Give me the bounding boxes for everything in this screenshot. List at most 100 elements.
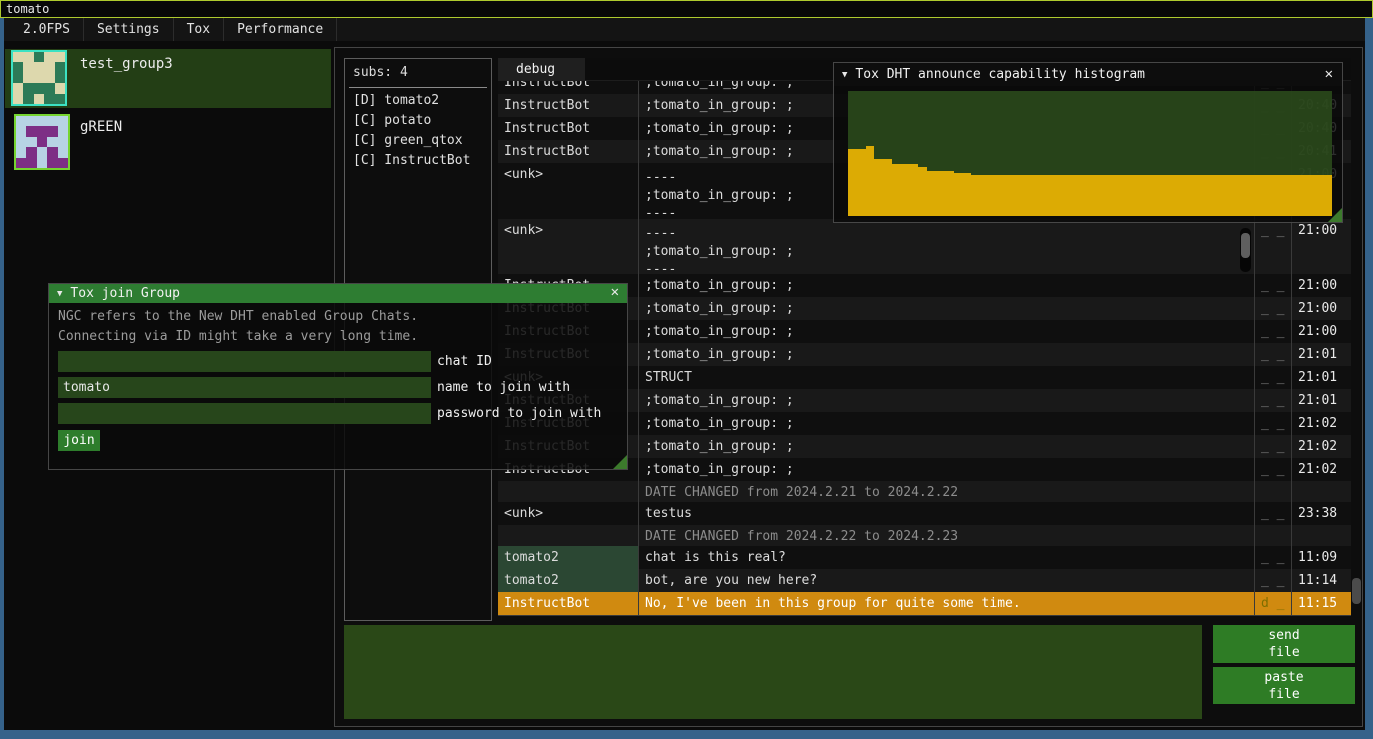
window-title-bar[interactable]: tomato: [0, 0, 1373, 18]
message-input[interactable]: [344, 625, 1202, 719]
window-title: tomato: [6, 2, 49, 16]
chat-table-edge: [498, 615, 1351, 616]
message-timestamp: 21:00: [1291, 274, 1351, 297]
dht-histogram-title: Tox DHT announce capability histogram: [855, 67, 1145, 82]
chat-row: <unk>---- ;tomato_in_group: ; ----_ _21:…: [498, 219, 1351, 274]
message-text: ;tomato_in_group: ;: [638, 297, 1254, 320]
histogram-bar: [1050, 175, 1059, 216]
message-flags: _ _: [1254, 546, 1291, 569]
message-flags: _ _: [1254, 412, 1291, 435]
histogram-bar: [954, 173, 963, 216]
histogram-bar: [1103, 175, 1112, 216]
chat-id-input[interactable]: [58, 351, 431, 372]
group-label: gREEN: [80, 119, 122, 135]
message-flags: _ _: [1254, 435, 1291, 458]
sidebar-group-test_group3[interactable]: test_group3: [5, 49, 331, 108]
message-cell-scrollbar[interactable]: [1240, 228, 1251, 272]
message-flags: _ _: [1254, 458, 1291, 481]
send-file-button[interactable]: send file: [1213, 625, 1355, 663]
identicon-avatar: [11, 50, 67, 106]
close-icon[interactable]: ✕: [1325, 66, 1333, 82]
message-flags: _ _: [1254, 320, 1291, 343]
close-icon[interactable]: ✕: [611, 284, 619, 300]
histogram-bar: [989, 175, 998, 216]
join-password-input[interactable]: [58, 403, 431, 424]
sidebar-group-gREEN[interactable]: gREEN: [5, 112, 331, 172]
subs-count-label: subs: 4: [353, 65, 408, 80]
histogram-bar: [998, 175, 1007, 216]
histogram-bar: [1156, 175, 1165, 216]
resize-grip[interactable]: [613, 455, 627, 469]
message-text: bot, are you new here?: [638, 569, 1254, 592]
paste-file-button[interactable]: paste file: [1213, 667, 1355, 704]
histogram-bar: [1147, 175, 1156, 216]
subs-list-item[interactable]: [D] tomato2: [353, 93, 439, 108]
sender-name: InstructBot: [498, 592, 638, 615]
message-timestamp: [1291, 481, 1351, 502]
join-name-input[interactable]: [58, 377, 431, 398]
menu-bar: 2.0FPSSettingsToxPerformance: [4, 18, 1365, 41]
resize-grip[interactable]: [1328, 208, 1342, 222]
separator: [349, 87, 487, 88]
subs-list-item[interactable]: [C] green_qtox: [353, 133, 463, 148]
histogram-bar: [927, 171, 936, 216]
message-text: testus: [638, 502, 1254, 525]
join-group-title-bar[interactable]: ▼ Tox join Group: [49, 284, 627, 303]
histogram-bar: [1077, 175, 1086, 216]
histogram-bar: [962, 173, 971, 216]
message-flags: _ _: [1254, 219, 1291, 274]
histogram-bar: [1068, 175, 1077, 216]
histogram-bar: [1244, 175, 1253, 216]
message-flags: _ _: [1254, 502, 1291, 525]
chat-row: tomato2chat is this real?_ _11:09: [498, 546, 1351, 569]
histogram-bar: [892, 164, 901, 217]
menu-item-settings[interactable]: Settings: [84, 18, 174, 41]
histogram-bar: [980, 175, 989, 216]
menu-item-tox[interactable]: Tox: [174, 18, 224, 41]
histogram-bar: [1270, 175, 1279, 216]
message-text: ;tomato_in_group: ;: [638, 343, 1254, 366]
sender-name: InstructBot: [498, 94, 638, 117]
scrollbar-thumb[interactable]: [1241, 233, 1250, 258]
chat-row: tomato2bot, are you new here?_ _11:14: [498, 569, 1351, 592]
message-flags: _ _: [1254, 343, 1291, 366]
message-flags: [1254, 481, 1291, 502]
identicon-avatar: [14, 114, 70, 170]
sender-name: InstructBot: [498, 117, 638, 140]
join-button[interactable]: join: [58, 430, 100, 451]
histogram-bar: [1191, 175, 1200, 216]
histogram-bar: [1305, 175, 1314, 216]
message-timestamp: 21:02: [1291, 412, 1351, 435]
histogram-bar: [1121, 175, 1130, 216]
collapse-arrow-icon[interactable]: ▼: [57, 289, 62, 299]
sender-name: tomato2: [498, 569, 638, 592]
sender-name: tomato2: [498, 546, 638, 569]
histogram-bar: [1042, 175, 1051, 216]
message-timestamp: 21:00: [1291, 320, 1351, 343]
collapse-arrow-icon[interactable]: ▼: [842, 70, 847, 80]
tab-debug[interactable]: debug: [498, 58, 585, 81]
histogram-bar: [918, 167, 927, 216]
histogram-bar: [1314, 175, 1323, 216]
chat-scrollbar[interactable]: [1352, 578, 1361, 604]
subs-list-item[interactable]: [C] potato: [353, 113, 431, 128]
histogram-bar: [1279, 175, 1288, 216]
chat-row: DATE CHANGED from 2024.2.22 to 2024.2.23: [498, 525, 1351, 546]
window-border-right: [1365, 18, 1373, 739]
histogram-bar: [1015, 175, 1024, 216]
ngc-description-line1: NGC refers to the New DHT enabled Group …: [58, 309, 418, 324]
subs-list-item[interactable]: [C] InstructBot: [353, 153, 470, 168]
message-timestamp: 23:38: [1291, 502, 1351, 525]
histogram-bar: [1253, 175, 1262, 216]
message-timestamp: [1291, 525, 1351, 546]
message-text: ---- ;tomato_in_group: ; ----: [638, 219, 1254, 274]
sender-name: <unk>: [498, 163, 638, 219]
menu-item-performance[interactable]: Performance: [224, 18, 337, 41]
dht-histogram-title-bar[interactable]: ▼ Tox DHT announce capability histogram: [834, 63, 1342, 86]
menu-item-2-0fps[interactable]: 2.0FPS: [10, 18, 84, 41]
histogram-bar: [1094, 175, 1103, 216]
message-flags: [1254, 525, 1291, 546]
histogram-bar: [945, 171, 954, 216]
join-group-dialog: ▼ Tox join Group ✕ NGC refers to the New…: [48, 283, 628, 470]
histogram-bar: [1086, 175, 1095, 216]
